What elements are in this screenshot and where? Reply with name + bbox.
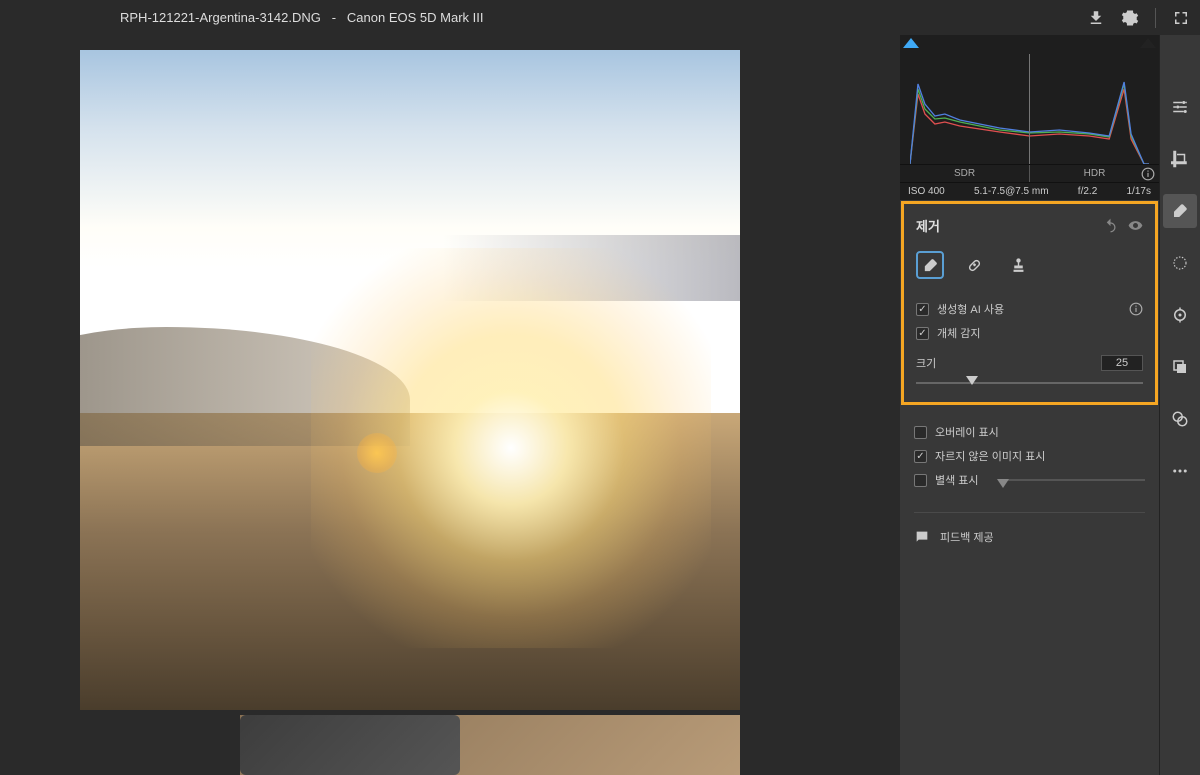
redeye-icon (1171, 306, 1189, 324)
title-separator: - (332, 10, 336, 25)
overlay-checkbox[interactable] (914, 426, 927, 439)
crop-icon (1171, 150, 1189, 168)
feedback-label: 피드백 제공 (940, 529, 994, 545)
size-slider[interactable] (916, 376, 1143, 390)
remove-tool-button[interactable] (1163, 194, 1197, 228)
download-icon[interactable] (1087, 9, 1105, 27)
uncropped-label: 자르지 않은 이미지 표시 (935, 448, 1045, 464)
sdr-label: SDR (900, 165, 1030, 182)
gen-ai-label: 생성형 AI 사용 (937, 301, 1004, 317)
exif-shutter: 1/17s (1127, 186, 1151, 197)
redeye-tool-button[interactable] (1163, 298, 1197, 332)
visualize-label: 별색 표시 (935, 472, 979, 488)
gen-ai-checkbox[interactable] (916, 303, 929, 316)
fullscreen-icon[interactable] (1172, 9, 1190, 27)
divider (1155, 8, 1156, 28)
topbar-actions (1087, 8, 1190, 28)
layers-icon (1171, 358, 1189, 376)
detect-checkbox[interactable] (916, 327, 929, 340)
mask-tool-button[interactable] (1163, 246, 1197, 280)
mask-circle-icon (1171, 254, 1189, 272)
clone-tool-button[interactable] (1004, 251, 1032, 279)
preset-icon (1171, 410, 1189, 428)
more-icon (1171, 462, 1189, 480)
remove-tool-row (916, 251, 1143, 279)
layers-tool-button[interactable] (1163, 350, 1197, 384)
size-label: 크기 (916, 355, 936, 371)
detect-label: 개체 감지 (937, 325, 981, 341)
visualize-checkbox[interactable] (914, 474, 927, 487)
gear-icon[interactable] (1121, 9, 1139, 27)
shadow-clip-indicator[interactable] (1140, 38, 1156, 48)
preset-tool-button[interactable] (1163, 402, 1197, 436)
filename: RPH-121221-Argentina-3142.DNG (120, 10, 321, 25)
overlay-label: 오버레이 표시 (935, 424, 999, 440)
camera-model: Canon EOS 5D Mark III (347, 10, 484, 25)
histogram[interactable] (900, 35, 1159, 165)
document-title: RPH-121221-Argentina-3142.DNG - Canon EO… (120, 10, 483, 25)
more-tool-button[interactable] (1163, 454, 1197, 488)
eraser-tool-button[interactable] (916, 251, 944, 279)
canvas-area[interactable] (0, 35, 900, 775)
remove-panel: 제거 생성형 AI 사용 (901, 201, 1158, 405)
properties-panel: SDR HDR ISO 400 5.1-7.5@7.5 mm f/2.2 1/1… (900, 35, 1160, 775)
exif-row: ISO 400 5.1-7.5@7.5 mm f/2.2 1/17s (900, 183, 1159, 200)
stamp-icon (1010, 257, 1027, 274)
main-preview-image[interactable] (80, 50, 740, 710)
histogram-range-labels: SDR HDR (900, 165, 1159, 183)
uncropped-checkbox[interactable] (914, 450, 927, 463)
eraser-icon (1171, 202, 1189, 220)
visualize-slider[interactable] (999, 479, 1145, 481)
exif-iso: ISO 400 (908, 186, 945, 197)
undo-icon[interactable] (1103, 218, 1118, 233)
eraser-icon (922, 257, 939, 274)
filmstrip-thumbnail[interactable] (240, 715, 740, 775)
sliders-icon (1171, 98, 1189, 116)
chat-icon (914, 529, 930, 545)
eye-icon[interactable] (1128, 218, 1143, 233)
exif-focal: 5.1-7.5@7.5 mm (974, 186, 1049, 197)
top-bar: RPH-121221-Argentina-3142.DNG - Canon EO… (0, 0, 1200, 35)
right-tool-strip (1160, 35, 1200, 775)
hdr-label: HDR (1030, 165, 1159, 182)
panel-title: 제거 (916, 216, 940, 235)
highlight-clip-indicator[interactable] (903, 38, 919, 48)
crop-tool-button[interactable] (1163, 142, 1197, 176)
heal-tool-button[interactable] (960, 251, 988, 279)
sliders-tool-button[interactable] (1163, 90, 1197, 124)
bandage-icon (966, 257, 983, 274)
feedback-row[interactable]: 피드백 제공 (914, 512, 1145, 545)
view-options: 오버레이 표시 자르지 않은 이미지 표시 별색 표시 피드백 제공 (900, 406, 1159, 563)
size-input[interactable] (1101, 355, 1143, 371)
info-icon[interactable] (1141, 167, 1155, 181)
exif-aperture: f/2.2 (1078, 186, 1097, 197)
info-icon[interactable] (1129, 302, 1143, 316)
